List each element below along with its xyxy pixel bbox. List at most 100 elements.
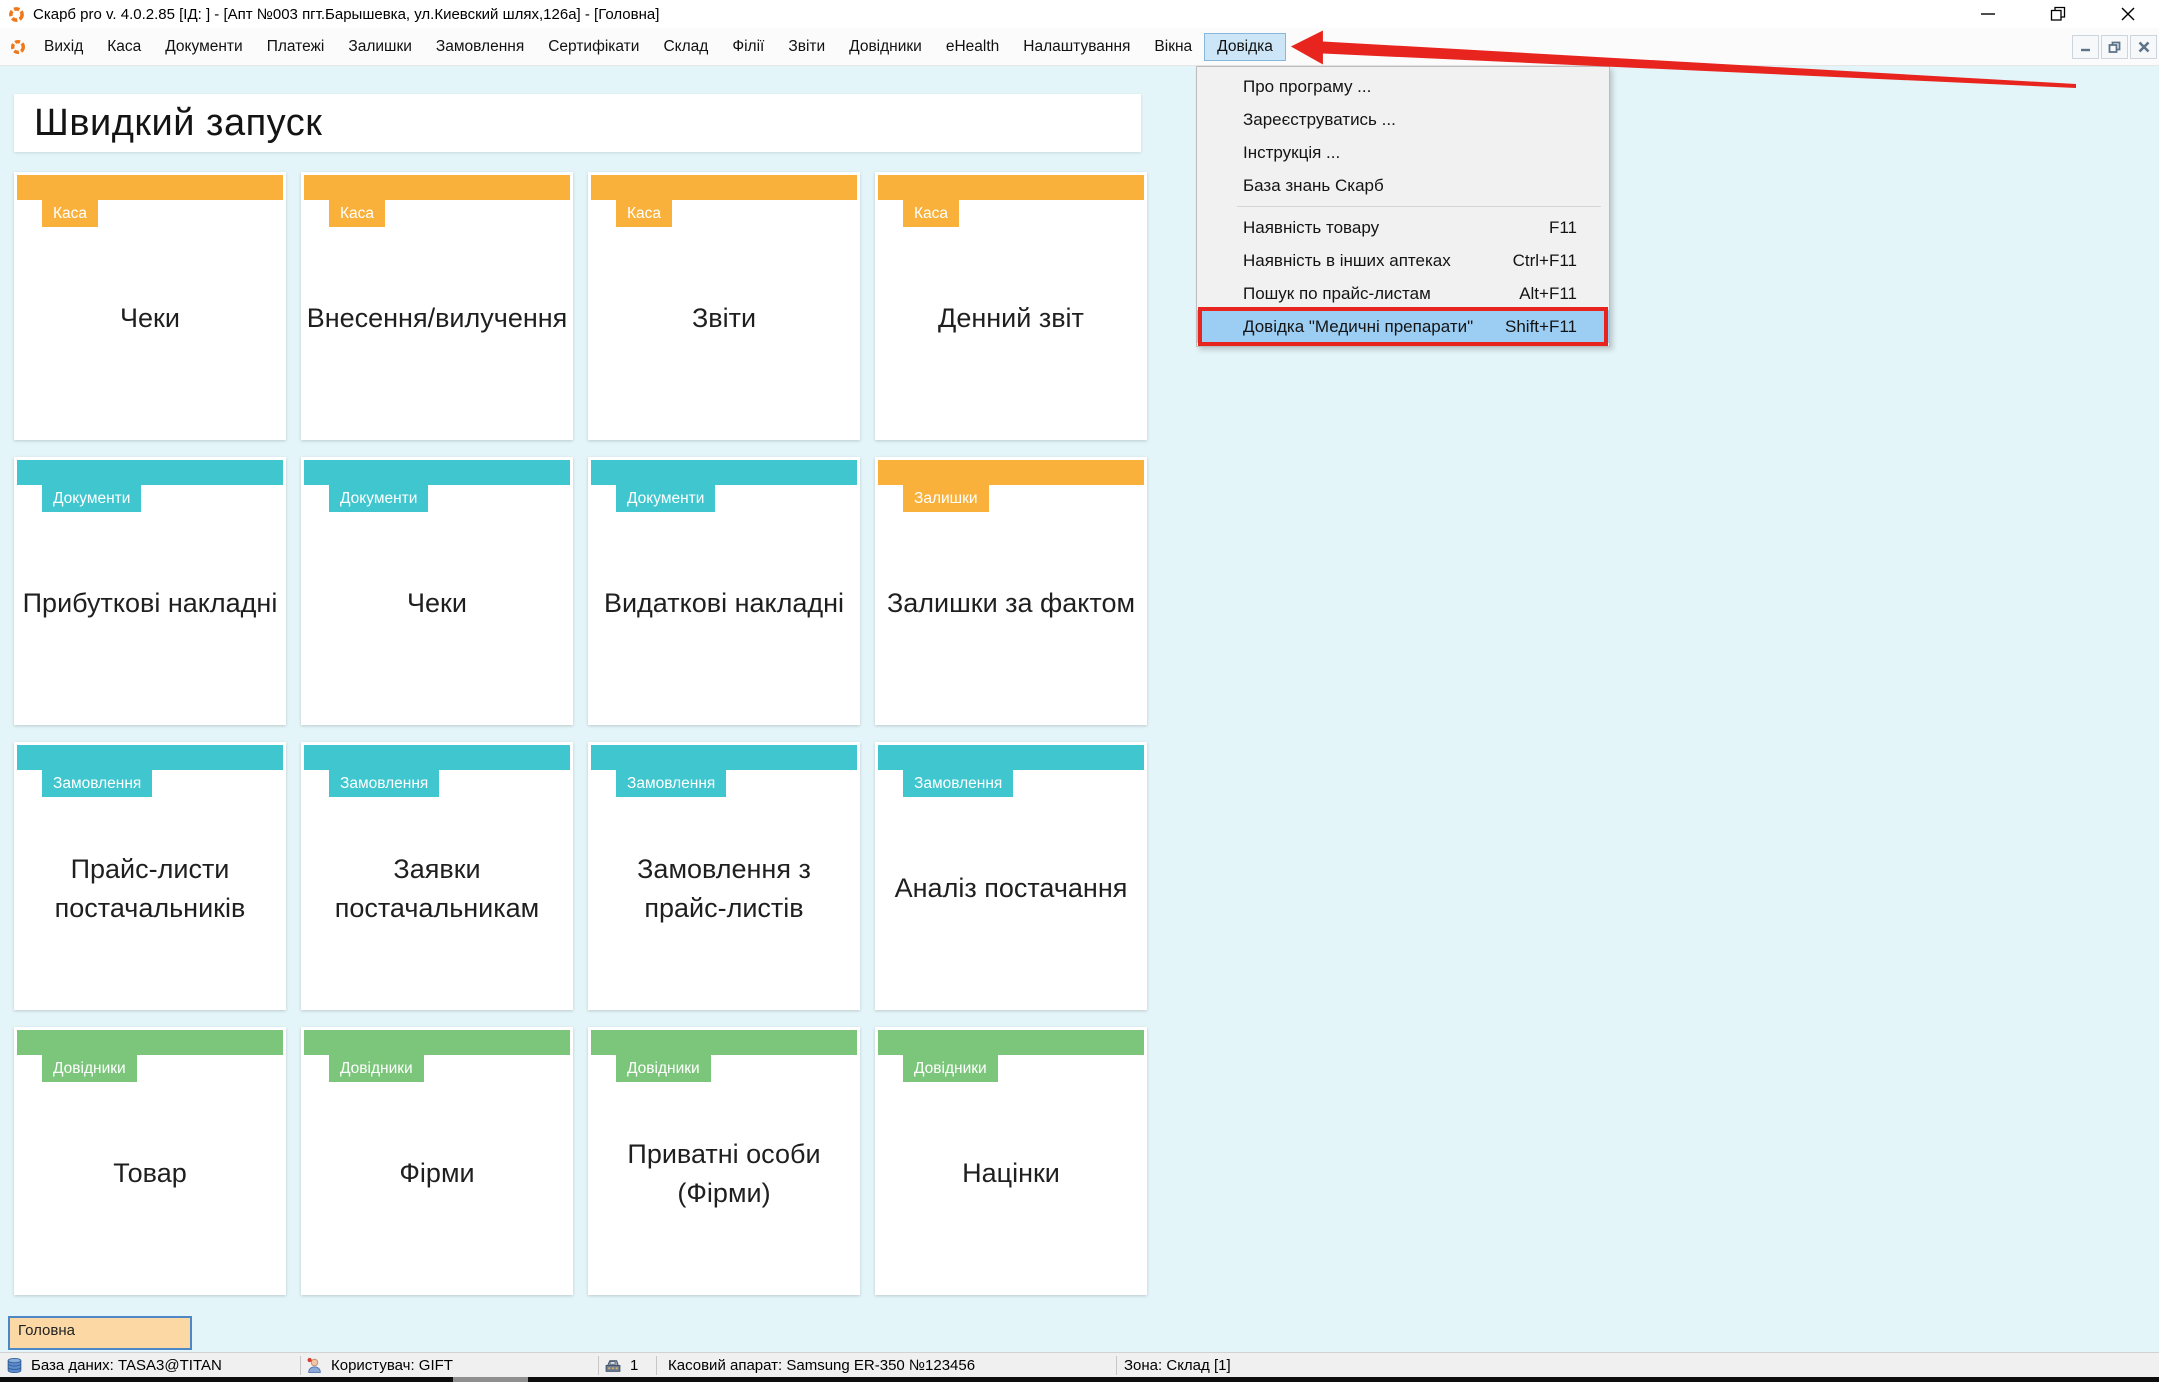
help-menu-item-shortcut: Ctrl+F11: [1513, 251, 1577, 271]
menubar-item-Звіти[interactable]: Звіти: [776, 33, 837, 61]
app-window: Скарб pro v. 4.0.2.85 [ІД: ] - [Апт №003…: [0, 0, 2159, 1382]
help-menu-item[interactable]: Наявність товару F11: [1197, 211, 1609, 244]
taskbar-strip: [0, 1377, 2159, 1382]
menubar-item-Склад[interactable]: Склад: [651, 33, 720, 61]
help-menu-item[interactable]: Довідка "Медичні препарати" Shift+F11: [1197, 310, 1609, 343]
status-separator: [300, 1356, 301, 1375]
help-menu-item-label: Наявність в інших аптеках: [1243, 251, 1451, 271]
menu-bar: ВихідКасаДокументиПлатежіЗалишкиЗамовлен…: [0, 28, 2159, 66]
help-menu-item[interactable]: Пошук по прайс-листам Alt+F11: [1197, 277, 1609, 310]
quick-launch-tile[interactable]: ДокументиПрибуткові накладні: [14, 457, 286, 725]
tile-label: Товар: [14, 1027, 286, 1295]
mdi-child-icon: [10, 39, 26, 55]
quick-launch-tile[interactable]: КасаЗвіти: [588, 172, 860, 440]
help-menu-item-label: База знань Скарб: [1243, 176, 1384, 196]
status-separator: [1116, 1356, 1117, 1375]
menubar-item-Довідка[interactable]: Довідка: [1204, 33, 1286, 61]
help-menu-item-label: Довідка "Медичні препарати": [1243, 317, 1473, 337]
tile-label: Чеки: [301, 457, 573, 725]
quick-launch-tile[interactable]: ДовідникиТовар: [14, 1027, 286, 1295]
help-menu-item[interactable]: Про програму ...: [1197, 70, 1609, 103]
status-user: Користувач: GIFT: [306, 1353, 453, 1378]
status-register: Касовий апарат: Samsung ER-350 №123456: [668, 1353, 975, 1378]
tile-label: Націнки: [875, 1027, 1147, 1295]
menubar-item-Сертифікати[interactable]: Сертифікати: [536, 33, 651, 61]
help-menu-item-shortcut: F11: [1549, 218, 1577, 238]
tile-label: Приватні особи (Фірми): [588, 1027, 860, 1295]
quick-launch-tile[interactable]: ЗамовленняЗамовлення з прайс-листів: [588, 742, 860, 1010]
quick-launch-tile[interactable]: ЗамовленняЗаявки постачальникам: [301, 742, 573, 1010]
quick-launch-tile[interactable]: ЗамовленняАналіз постачання: [875, 742, 1147, 1010]
tile-label: Фірми: [301, 1027, 573, 1295]
help-menu-item-label: Зареєструватись ...: [1243, 110, 1396, 130]
help-menu-item[interactable]: Інструкція ...: [1197, 136, 1609, 169]
quick-launch-tile[interactable]: ДовідникиНацінки: [875, 1027, 1147, 1295]
title-bar: Скарб pro v. 4.0.2.85 [ІД: ] - [Апт №003…: [0, 0, 2159, 28]
menubar-item-eHealth[interactable]: eHealth: [934, 33, 1011, 61]
status-bar: База даних: TASA3@TITAN Користувач: GIFT: [0, 1352, 2159, 1377]
status-register-count: 1: [604, 1353, 638, 1378]
tile-label: Прайс-листи постачальників: [14, 742, 286, 1010]
quick-launch-tile[interactable]: ЗамовленняПрайс-листи постачальників: [14, 742, 286, 1010]
app-logo-icon: [8, 6, 25, 23]
menubar-item-Замовлення[interactable]: Замовлення: [424, 33, 536, 61]
menu-separator: [1237, 206, 1601, 207]
help-menu-item[interactable]: База знань Скарб: [1197, 169, 1609, 202]
tile-label: Чеки: [14, 172, 286, 440]
help-dropdown-menu: Про програму ... Зареєструватись ... Інстр…: [1196, 66, 1610, 347]
quick-launch-title: Швидкий запуск: [34, 102, 322, 145]
mdi-client-area: Швидкий запуск КасаЧекиКасаВнесення/вилу…: [0, 66, 2159, 1377]
help-menu-item-label: Про програму ...: [1243, 77, 1371, 97]
help-menu-item-label: Пошук по прайс-листам: [1243, 284, 1431, 304]
tile-label: Прибуткові накладні: [14, 457, 286, 725]
database-icon: [6, 1357, 23, 1374]
status-database: База даних: TASA3@TITAN: [6, 1353, 222, 1378]
quick-launch-tile[interactable]: КасаЧеки: [14, 172, 286, 440]
menubar-item-Філії[interactable]: Філії: [720, 33, 776, 61]
menubar-item-Платежі[interactable]: Платежі: [255, 33, 337, 61]
quick-launch-tile[interactable]: ДовідникиПриватні особи (Фірми): [588, 1027, 860, 1295]
menubar-item-Залишки[interactable]: Залишки: [336, 33, 424, 61]
quick-launch-tile[interactable]: ЗалишкиЗалишки за фактом: [875, 457, 1147, 725]
menubar-item-Вікна[interactable]: Вікна: [1142, 33, 1204, 61]
menubar-item-Вихід[interactable]: Вихід: [32, 33, 95, 61]
quick-launch-tile[interactable]: ДокументиВидаткові накладні: [588, 457, 860, 725]
minimize-button[interactable]: [1971, 2, 2005, 26]
quick-launch-tile[interactable]: ДокументиЧеки: [301, 457, 573, 725]
tile-label: Денний звіт: [875, 172, 1147, 440]
menubar-item-Документи[interactable]: Документи: [153, 33, 254, 61]
help-menu-item-shortcut: Shift+F11: [1505, 317, 1577, 337]
quick-launch-panel: Швидкий запуск: [14, 94, 1141, 152]
tile-label: Аналіз постачання: [875, 742, 1147, 1010]
mdi-minimize-button[interactable]: [2072, 35, 2099, 59]
menubar-item-Налаштування[interactable]: Налаштування: [1011, 33, 1142, 61]
quick-launch-tile[interactable]: КасаВнесення/вилучення: [301, 172, 573, 440]
help-menu-item[interactable]: Наявність в інших аптеках Ctrl+F11: [1197, 244, 1609, 277]
quick-launch-grid: КасаЧекиКасаВнесення/вилученняКасаЗвітиК…: [14, 172, 1147, 1295]
quick-launch-tile[interactable]: КасаДенний звіт: [875, 172, 1147, 440]
taskbar-segment: [453, 1377, 528, 1382]
close-button[interactable]: [2111, 2, 2145, 26]
mdi-controls: [2072, 35, 2157, 59]
window-title: Скарб pro v. 4.0.2.85 [ІД: ] - [Апт №003…: [33, 6, 659, 23]
tile-label: Звіти: [588, 172, 860, 440]
help-menu-item-label: Наявність товару: [1243, 218, 1379, 238]
menubar-item-Каса[interactable]: Каса: [95, 33, 153, 61]
menubar-item-Довідники[interactable]: Довідники: [837, 33, 934, 61]
tab-holovna[interactable]: Головна: [8, 1316, 192, 1350]
status-separator: [598, 1356, 599, 1375]
tile-label: Залишки за фактом: [875, 457, 1147, 725]
tile-label: Заявки постачальникам: [301, 742, 573, 1010]
quick-launch-tile[interactable]: ДовідникиФірми: [301, 1027, 573, 1295]
user-icon: [306, 1357, 323, 1374]
help-menu-item[interactable]: Зареєструватись ...: [1197, 103, 1609, 136]
tile-label: Замовлення з прайс-листів: [588, 742, 860, 1010]
mdi-close-button[interactable]: [2130, 35, 2157, 59]
help-menu-item-label: Інструкція ...: [1243, 143, 1340, 163]
tile-label: Видаткові накладні: [588, 457, 860, 725]
restore-button[interactable]: [2041, 2, 2075, 26]
mdi-restore-button[interactable]: [2101, 35, 2128, 59]
status-zone: Зона: Склад [1]: [1124, 1353, 1231, 1378]
help-menu-item-shortcut: Alt+F11: [1519, 284, 1577, 304]
menubar-items: ВихідКасаДокументиПлатежіЗалишкиЗамовлен…: [32, 28, 1286, 65]
